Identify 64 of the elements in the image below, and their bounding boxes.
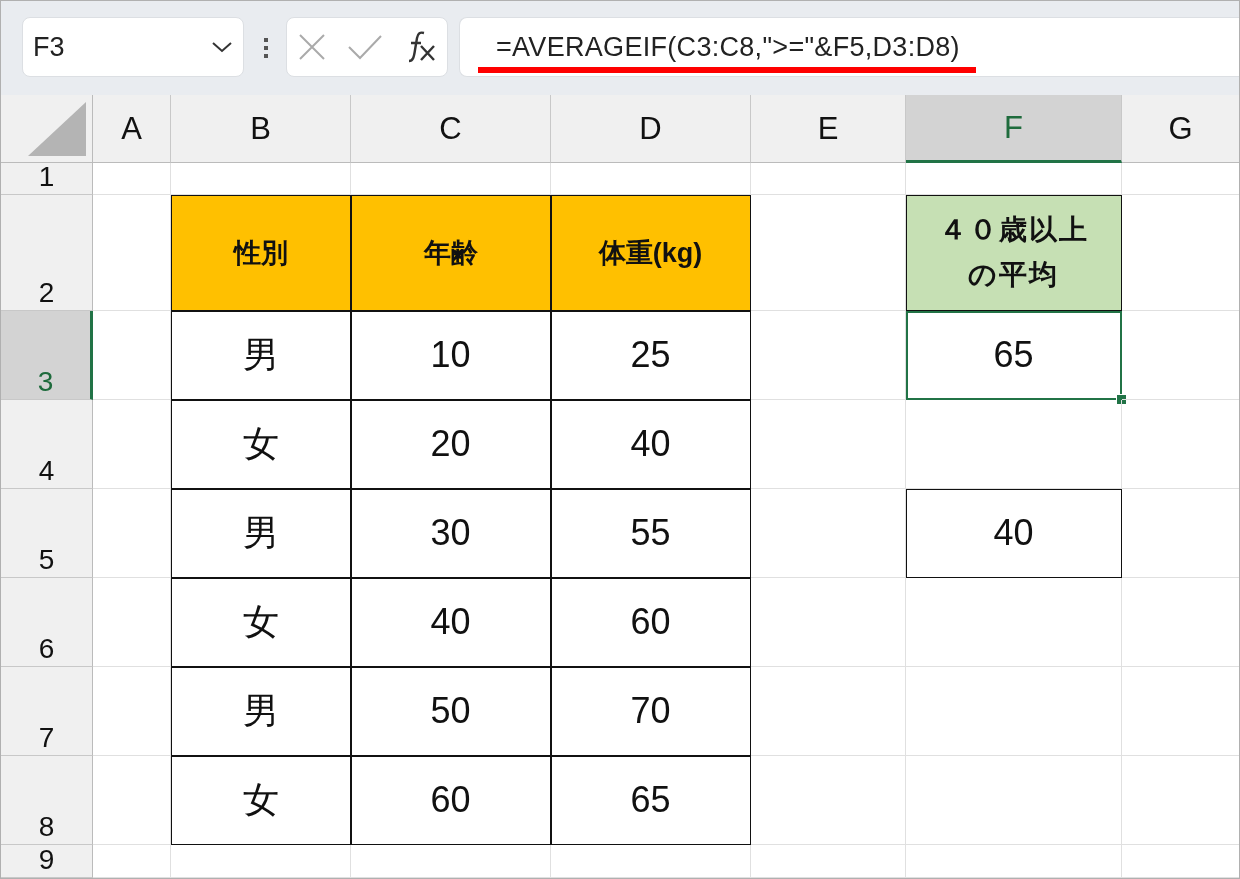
check-icon[interactable]: [347, 33, 383, 61]
table-cell[interactable]: 10: [351, 311, 551, 400]
column-header[interactable]: F: [906, 95, 1122, 163]
row-header[interactable]: 6: [1, 578, 93, 667]
row-header[interactable]: 1: [1, 163, 93, 195]
table-cell[interactable]: 50: [351, 667, 551, 756]
table-cell[interactable]: 男: [171, 311, 351, 400]
table-cell[interactable]: 性別: [171, 195, 351, 311]
table-cell[interactable]: [751, 578, 906, 667]
table-cell[interactable]: 70: [551, 667, 751, 756]
table-cell[interactable]: ４０歳以上の平均: [906, 195, 1122, 311]
table-cell[interactable]: [751, 756, 906, 845]
name-box[interactable]: F3: [22, 17, 244, 77]
table-cell[interactable]: 女: [171, 400, 351, 489]
table-cell[interactable]: 25: [551, 311, 751, 400]
column-header[interactable]: C: [351, 95, 551, 163]
column-header[interactable]: A: [93, 95, 171, 163]
fill-handle[interactable]: [1116, 394, 1127, 405]
row-header[interactable]: 7: [1, 667, 93, 756]
dropdown-caret-icon[interactable]: [211, 41, 233, 53]
table-cell[interactable]: 男: [171, 667, 351, 756]
table-cell[interactable]: 40: [906, 489, 1122, 578]
table-cell[interactable]: 65: [551, 756, 751, 845]
column-header[interactable]: G: [1122, 95, 1239, 163]
column-header[interactable]: B: [171, 95, 351, 163]
table-cell[interactable]: 40: [351, 578, 551, 667]
row-header[interactable]: 3: [1, 311, 93, 400]
cell-reference: F3: [33, 31, 65, 63]
table-cell[interactable]: [906, 667, 1122, 756]
table-cell[interactable]: [93, 845, 171, 878]
table-cell[interactable]: 男: [171, 489, 351, 578]
table-cell[interactable]: 60: [551, 578, 751, 667]
row-header[interactable]: 9: [1, 845, 93, 878]
row-header[interactable]: 5: [1, 489, 93, 578]
column-header[interactable]: E: [751, 95, 906, 163]
cancel-icon[interactable]: [297, 32, 327, 62]
table-cell[interactable]: 20: [351, 400, 551, 489]
table-cell[interactable]: 体重(kg): [551, 195, 751, 311]
formula-text: =AVERAGEIF(C3:C8,">="&F5,D3:D8): [478, 31, 976, 73]
table-cell[interactable]: [751, 845, 906, 878]
row-header[interactable]: 4: [1, 400, 93, 489]
table-cell[interactable]: [551, 845, 751, 878]
table-cell[interactable]: [171, 845, 351, 878]
table-cell[interactable]: [906, 578, 1122, 667]
row-header[interactable]: 2: [1, 195, 93, 311]
table-cell[interactable]: 女: [171, 578, 351, 667]
table-cell[interactable]: 60: [351, 756, 551, 845]
table-cell[interactable]: 40: [551, 400, 751, 489]
select-all-triangle-icon[interactable]: [26, 100, 88, 158]
table-cell[interactable]: [751, 667, 906, 756]
table-cell[interactable]: [751, 163, 906, 195]
column-header[interactable]: D: [551, 95, 751, 163]
table-cell[interactable]: [351, 845, 551, 878]
table-cell[interactable]: 女: [171, 756, 351, 845]
more-options-icon[interactable]: [263, 36, 269, 60]
table-cell[interactable]: [906, 756, 1122, 845]
table-cell[interactable]: [93, 163, 171, 195]
table-cell[interactable]: [751, 400, 906, 489]
table-cell[interactable]: [906, 845, 1122, 878]
row-header[interactable]: 8: [1, 756, 93, 845]
formula-bar[interactable]: =AVERAGEIF(C3:C8,">="&F5,D3:D8): [459, 17, 1239, 77]
table-cell[interactable]: 55: [551, 489, 751, 578]
table-cell[interactable]: 年齢: [351, 195, 551, 311]
table-cell[interactable]: 30: [351, 489, 551, 578]
